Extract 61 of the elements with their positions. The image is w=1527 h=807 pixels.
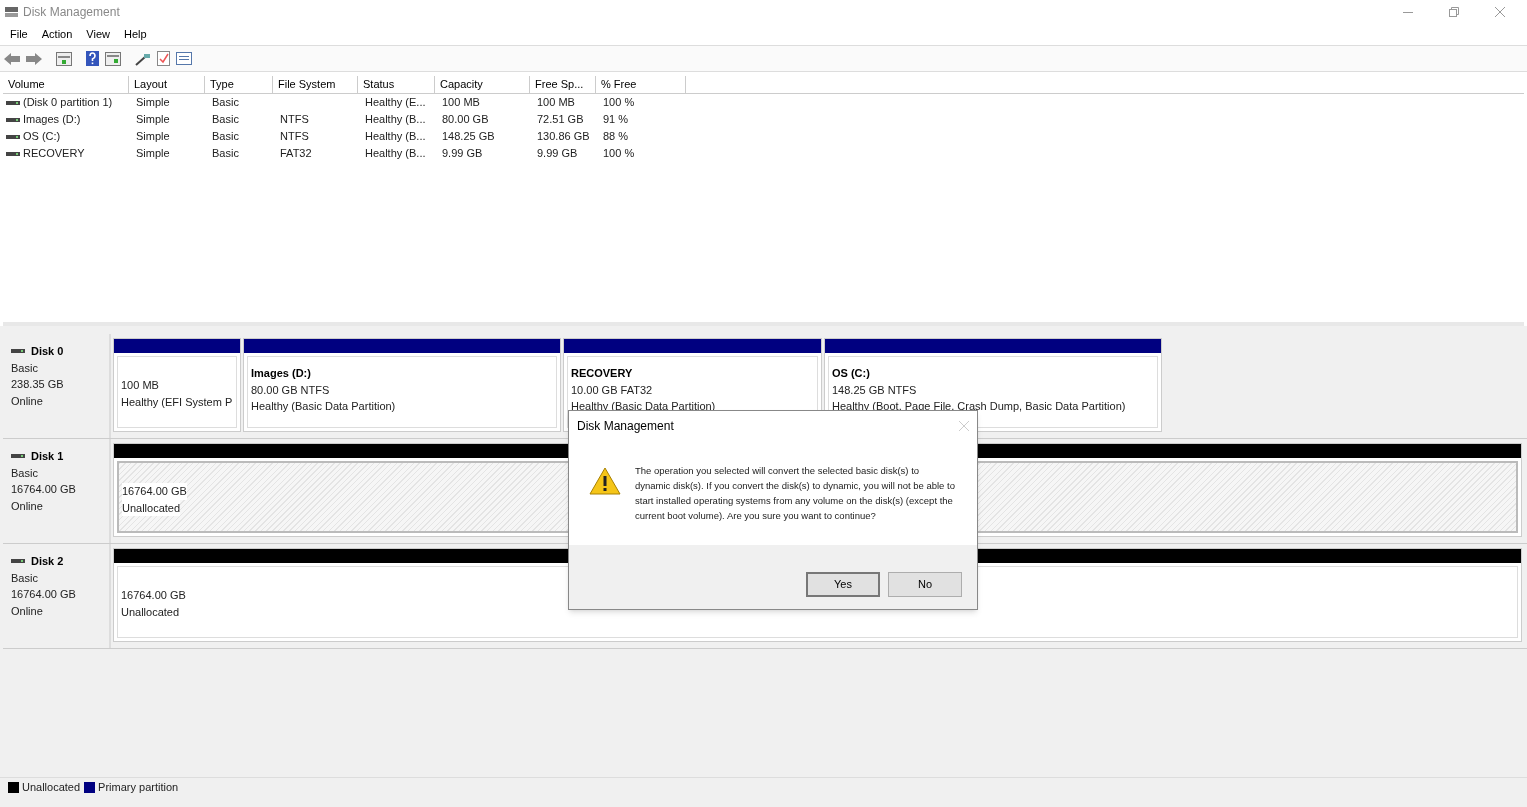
disk-name: Disk 1: [31, 449, 64, 464]
disk-type: Basic: [11, 570, 39, 586]
table-cell-text: 72.51 GB: [537, 112, 584, 128]
table-cell-text: 100 %: [603, 146, 635, 162]
partition-size: 16764.00 GB: [122, 483, 187, 500]
partition-title: RECOVERY: [571, 366, 634, 381]
table-cell-text: 91 %: [603, 112, 629, 128]
table-cell-text: Healthy (B...: [365, 112, 426, 128]
dialog-message: The operation you selected will convert the selected basic disk(s) to dynamic disk(s). If you convert the disk(s) to dynamic, you will not be able to start installed operating systems from any volume on the disk(s) (except the current boot volume). Are you sure you want to continue?: [635, 464, 955, 523]
partition-status: Healthy (EFI System P: [121, 394, 233, 410]
table-cell-text: Simple: [136, 112, 170, 128]
table-cell-text: 80.00 GB: [442, 112, 489, 128]
table-cell-text: 148.25 GB: [442, 129, 495, 145]
table-cell-text: Basic: [212, 146, 239, 162]
partition-size: 80.00 GB NTFS: [251, 382, 330, 398]
table-cell-text: 130.86 GB: [537, 129, 590, 145]
table-cell-text: Healthy (B...: [365, 146, 426, 162]
disk-name: Disk 0: [31, 344, 64, 359]
legend-label: Primary partition: [98, 780, 179, 796]
partition-status: Unallocated: [121, 604, 180, 620]
table-cell-text: NTFS: [280, 112, 309, 128]
partition-status: Healthy (Basic Data Partition): [571, 399, 716, 414]
disk-status: Online: [11, 603, 44, 619]
partition-title: Images (D:): [251, 366, 312, 381]
partition-size: 100 MB: [121, 378, 159, 393]
table-cell-text: 88 %: [603, 129, 629, 145]
table-cell-text: FAT32: [280, 146, 312, 162]
partition-title: OS (C:): [832, 366, 871, 381]
table-cell-text: NTFS: [280, 129, 309, 145]
partition-size: 148.25 GB NTFS: [832, 382, 917, 398]
partition-size: 16764.00 GB: [121, 588, 186, 603]
table-cell-text: Healthy (E...: [365, 95, 426, 111]
disk-type: Basic: [11, 465, 39, 481]
legend-label: Unallocated: [22, 780, 81, 796]
disk-size: 16764.00 GB: [11, 587, 77, 602]
partition-status: Healthy (Basic Data Partition): [251, 399, 396, 414]
disk-size: 16764.00 GB: [11, 482, 77, 497]
disk-type: Basic: [11, 360, 39, 376]
table-cell-text: Healthy (B...: [365, 129, 426, 145]
table-cell-text: Basic: [212, 129, 239, 145]
table-cell-text: Basic: [212, 95, 239, 111]
table-cell-text: Simple: [136, 129, 170, 145]
window-title: Disk Management: [23, 4, 120, 21]
table-cell-text: Simple: [136, 95, 170, 111]
disk-name: Disk 2: [31, 554, 64, 569]
table-cell-text: (Disk 0 partition 1): [23, 95, 113, 111]
table-cell-text: RECOVERY: [23, 146, 85, 162]
disk-status: Online: [11, 498, 44, 514]
partition-size: 10.00 GB FAT32: [571, 382, 653, 398]
table-cell-text: Basic: [212, 112, 239, 128]
table-cell-text: OS (C:): [23, 129, 61, 145]
disk-size: 238.35 GB: [11, 377, 65, 392]
disk-status: Online: [11, 393, 44, 409]
table-cell-text: 100 MB: [442, 95, 480, 111]
table-cell-text: 100 %: [603, 95, 635, 111]
table-cell-text: 9.99 GB: [442, 146, 483, 162]
table-cell-text: 100 MB: [537, 95, 575, 111]
dialog-title: Disk Management: [577, 418, 674, 435]
table-cell-text: Images (D:): [23, 112, 81, 128]
table-cell-text: Simple: [136, 146, 170, 162]
table-cell-text: 9.99 GB: [537, 146, 578, 162]
